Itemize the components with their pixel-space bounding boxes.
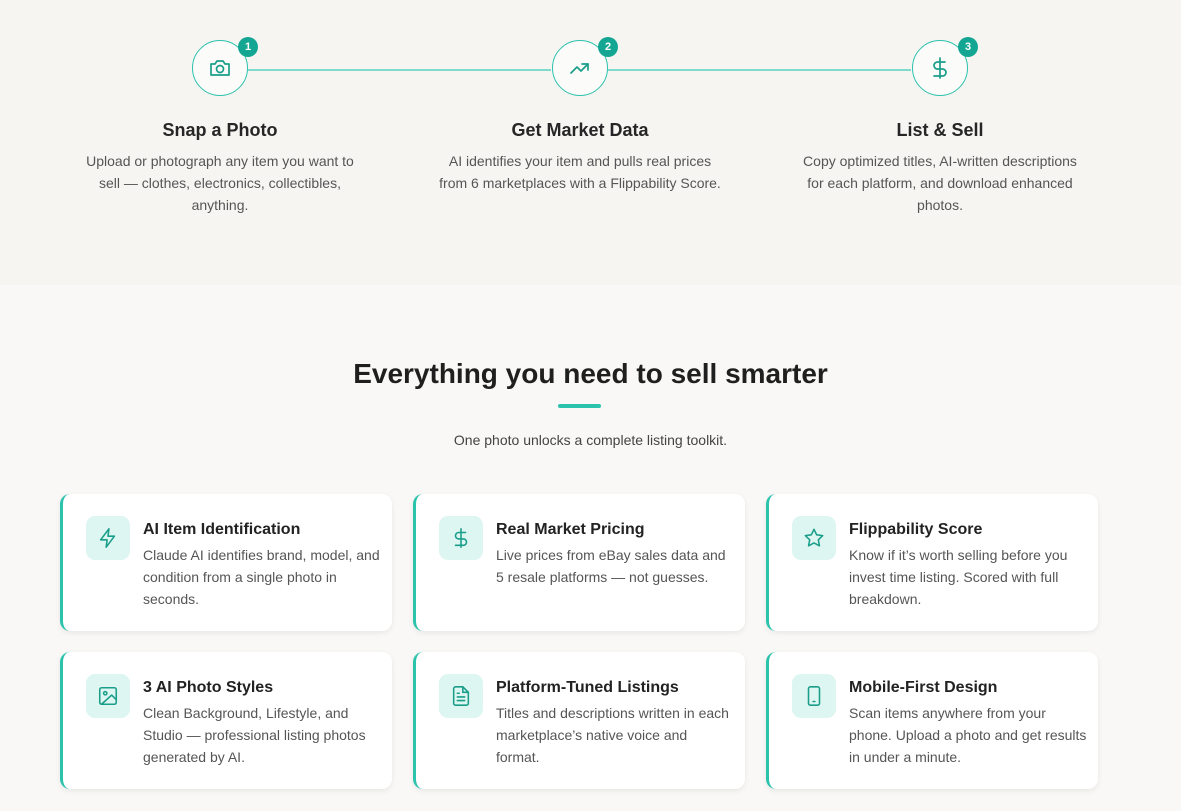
step-market-data: 2 Get Market Data AI identifies your ite… — [420, 37, 740, 194]
feature-card-description: Know if it’s worth selling before you in… — [849, 547, 1068, 607]
features-section: Everything you need to sell smarter One … — [0, 285, 1181, 811]
step-description: Copy optimized titles, AI-written descri… — [803, 153, 1077, 213]
step-title: List & Sell — [896, 120, 984, 140]
feature-card-description: Titles and descriptions written in each … — [496, 705, 729, 765]
feature-card: Flippability Score Know if it’s worth se… — [766, 494, 1098, 631]
step-number-badge: 1 — [238, 37, 258, 57]
dollar-icon — [928, 56, 952, 80]
dollar-icon — [439, 516, 483, 560]
camera-icon — [208, 56, 232, 80]
step-icon-circle: 3 — [912, 37, 978, 96]
feature-card-title: Mobile-First Design — [849, 679, 998, 696]
step-title: Snap a Photo — [162, 120, 278, 140]
step-number-badge: 3 — [958, 37, 978, 57]
feature-card-title: 3 AI Photo Styles — [143, 679, 274, 696]
how-it-works-steps: 1 Snap a Photo Upload or photograph any … — [0, 0, 1181, 285]
feature-card: 3 AI Photo Styles Clean Background, Life… — [60, 652, 392, 789]
document-icon — [439, 674, 483, 718]
step-list-sell: 3 List & Sell Copy optimized titles, AI-… — [780, 37, 1100, 216]
step-description: Upload or photograph any item you want t… — [86, 153, 354, 213]
feature-card-description: Live prices from eBay sales data and 5 r… — [496, 547, 726, 585]
star-icon — [792, 516, 836, 560]
step-icon-circle: 1 — [192, 37, 258, 96]
feature-grid: AI Item Identification Claude AI identif… — [60, 494, 1100, 789]
phone-icon — [792, 674, 836, 718]
feature-card-description: Clean Background, Lifestyle, and Studio … — [143, 705, 366, 765]
trending-up-icon — [568, 56, 592, 80]
image-icon — [86, 674, 130, 718]
step-description: AI identifies your item and pulls real p… — [439, 153, 721, 191]
feature-card-title: Platform-Tuned Listings — [496, 679, 679, 696]
feature-card-description: Scan items anywhere from your phone. Upl… — [849, 705, 1087, 765]
step-icon-circle: 2 — [552, 37, 618, 96]
feature-card-title: Real Market Pricing — [496, 521, 645, 538]
step-snap-photo: 1 Snap a Photo Upload or photograph any … — [60, 37, 380, 216]
feature-card-description: Claude AI identifies brand, model, and c… — [143, 547, 380, 607]
step-title: Get Market Data — [511, 120, 649, 140]
feature-card-title: Flippability Score — [849, 521, 983, 538]
feature-card: Platform-Tuned Listings Titles and descr… — [413, 652, 745, 789]
section-title: Everything you need to sell smarter — [353, 358, 828, 389]
feature-card: Mobile-First Design Scan items anywhere … — [766, 652, 1098, 789]
title-underline — [558, 404, 601, 408]
feature-card: AI Item Identification Claude AI identif… — [60, 494, 392, 631]
section-subtitle: One photo unlocks a complete listing too… — [453, 432, 728, 448]
step-number-badge: 2 — [598, 37, 618, 57]
feature-card-title: AI Item Identification — [143, 521, 301, 538]
lightning-icon — [86, 516, 130, 560]
feature-card: Real Market Pricing Live prices from eBa… — [413, 494, 745, 631]
